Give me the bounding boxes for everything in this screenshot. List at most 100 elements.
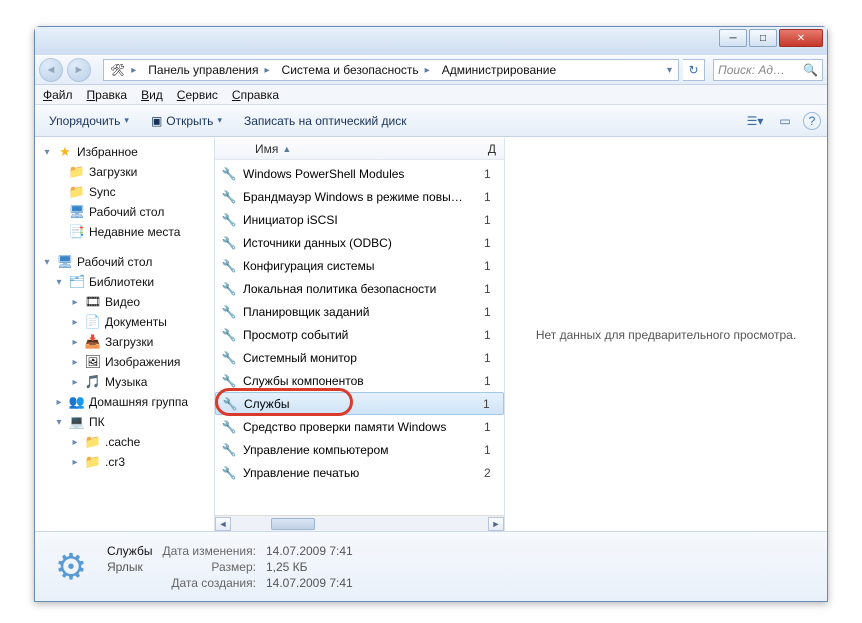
search-placeholder: Поиск: Ад… — [718, 63, 785, 77]
menu-edit[interactable]: Правка — [87, 88, 128, 102]
address-bar[interactable]: 🛠▸ Панель управления▸ Система и безопасн… — [103, 59, 679, 81]
tree-item[interactable]: ▸🎞Видео — [35, 292, 214, 312]
navigation-tree[interactable]: ▾★Избранное 📁Загрузки 📁Sync 🖥Рабочий сто… — [35, 138, 215, 531]
tree-favorites[interactable]: ▾★Избранное — [35, 142, 214, 162]
item-date: 1 — [484, 282, 498, 296]
back-button[interactable]: ◄ — [39, 58, 63, 82]
expand-icon[interactable]: ▸ — [69, 357, 81, 368]
maximize-button[interactable]: □ — [749, 29, 777, 47]
breadcrumb[interactable]: Администрирование — [436, 60, 562, 80]
expand-icon[interactable]: ▸ — [69, 457, 81, 468]
menu-file[interactable]: Файл — [43, 88, 73, 102]
tree-item[interactable]: ▸🎵Музыка — [35, 372, 214, 392]
list-item[interactable]: 🔧Просмотр событий1 — [215, 323, 504, 346]
open-icon: ▣ — [151, 114, 162, 128]
collapse-icon[interactable]: ▾ — [53, 277, 65, 288]
scroll-thumb[interactable] — [271, 518, 315, 530]
expand-icon[interactable]: ▸ — [53, 397, 65, 408]
minimize-button[interactable]: ─ — [719, 29, 747, 47]
tree-libraries[interactable]: ▾🗂Библиотеки — [35, 272, 214, 292]
menu-view[interactable]: Вид — [141, 88, 163, 102]
list-item[interactable]: 🔧Службы1 — [215, 392, 504, 415]
item-name: Windows PowerShell Modules — [243, 167, 404, 181]
column-headers: Имя▲ Д — [215, 138, 504, 160]
expand-icon[interactable]: ▸ — [69, 297, 81, 308]
list-item[interactable]: 🔧Управление компьютером1 — [215, 438, 504, 461]
list-item[interactable]: 🔧Источники данных (ODBC)1 — [215, 231, 504, 254]
horizontal-scrollbar[interactable]: ◄ ► — [215, 515, 504, 531]
file-list: Имя▲ Д 🔧Windows PowerShell Modules1🔧Бран… — [215, 138, 505, 531]
shortcut-icon: 🔧 — [221, 419, 237, 435]
chevron-right-icon: ▸ — [265, 65, 270, 76]
address-dropdown[interactable]: ▾ — [659, 60, 678, 80]
shortcut-icon: 🔧 — [221, 350, 237, 366]
tree-item[interactable]: 📁Sync — [35, 182, 214, 202]
scroll-right-icon[interactable]: ► — [488, 517, 504, 531]
chevron-right-icon: ▸ — [131, 65, 136, 76]
view-mode-button[interactable]: ☰▾ — [743, 109, 767, 133]
list-item[interactable]: 🔧Windows PowerShell Modules1 — [215, 162, 504, 185]
help-button[interactable]: ? — [803, 112, 821, 130]
tree-item[interactable]: ▸📁.cr3 — [35, 452, 214, 472]
breadcrumb[interactable]: Система и безопасность▸ — [276, 60, 436, 80]
list-item[interactable]: 🔧Брандмауэр Windows в режиме повы…1 — [215, 185, 504, 208]
shortcut-icon: 🔧 — [221, 304, 237, 320]
burn-button[interactable]: Записать на оптический диск — [236, 109, 415, 133]
item-name: Управление компьютером — [243, 443, 388, 457]
collapse-icon[interactable]: ▾ — [41, 257, 53, 268]
tree-item[interactable]: ▸📥Загрузки — [35, 332, 214, 352]
item-date: 1 — [484, 351, 498, 365]
list-item[interactable]: 🔧Инициатор iSCSI1 — [215, 208, 504, 231]
tree-item[interactable]: 📁Загрузки — [35, 162, 214, 182]
tree-homegroup[interactable]: ▸👥Домашняя группа — [35, 392, 214, 412]
folder-icon: 📁 — [85, 434, 101, 450]
scroll-track[interactable] — [231, 517, 488, 531]
list-item[interactable]: 🔧Средство проверки памяти Windows1 — [215, 415, 504, 438]
forward-button[interactable]: ► — [67, 58, 91, 82]
tree-desktop[interactable]: ▾🖥Рабочий стол — [35, 252, 214, 272]
search-input[interactable]: Поиск: Ад… 🔍 — [713, 59, 823, 81]
close-button[interactable]: ✕ — [779, 29, 823, 47]
item-date: 1 — [484, 190, 498, 204]
list-item[interactable]: 🔧Локальная политика безопасности1 — [215, 277, 504, 300]
refresh-button[interactable]: ↻ — [683, 59, 705, 81]
open-button[interactable]: ▣Открыть▾ — [143, 109, 230, 133]
breadcrumb-root-icon[interactable]: 🛠▸ — [104, 60, 142, 80]
menu-tools[interactable]: Сервис — [177, 88, 218, 102]
tree-item[interactable]: 🖥Рабочий стол — [35, 202, 214, 222]
shortcut-icon: 🔧 — [221, 281, 237, 297]
list-item[interactable]: 🔧Планировщик заданий1 — [215, 300, 504, 323]
tree-item[interactable]: 📑Недавние места — [35, 222, 214, 242]
tree-pc[interactable]: ▾💻ПК — [35, 412, 214, 432]
preview-pane-button[interactable]: ▭ — [773, 109, 797, 133]
list-item[interactable]: 🔧Системный монитор1 — [215, 346, 504, 369]
item-date: 1 — [484, 328, 498, 342]
breadcrumb[interactable]: Панель управления▸ — [142, 60, 275, 80]
expand-icon[interactable]: ▸ — [69, 317, 81, 328]
organize-button[interactable]: Упорядочить▾ — [41, 109, 137, 133]
column-date[interactable]: Д — [480, 142, 504, 156]
scroll-left-icon[interactable]: ◄ — [215, 517, 231, 531]
tree-item[interactable]: ▸🖼Изображения — [35, 352, 214, 372]
expand-icon[interactable]: ▸ — [69, 437, 81, 448]
expand-icon[interactable]: ▸ — [69, 377, 81, 388]
tree-item[interactable]: ▸📄Документы — [35, 312, 214, 332]
toolbar: Упорядочить▾ ▣Открыть▾ Записать на оптич… — [35, 105, 827, 137]
list-item[interactable]: 🔧Управление печатью2 — [215, 461, 504, 484]
expand-icon[interactable]: ▸ — [69, 337, 81, 348]
menu-help[interactable]: Справка — [232, 88, 279, 102]
list-item[interactable]: 🔧Конфигурация системы1 — [215, 254, 504, 277]
list-item[interactable]: 🔧Службы компонентов1 — [215, 369, 504, 392]
item-name: Службы — [244, 397, 289, 411]
folder-icon: 📁 — [69, 164, 85, 180]
item-name: Конфигурация системы — [243, 259, 374, 273]
collapse-icon[interactable]: ▾ — [53, 417, 65, 428]
explorer-window: ─ □ ✕ ◄ ► 🛠▸ Панель управления▸ Система … — [34, 26, 828, 602]
item-name: Инициатор iSCSI — [243, 213, 338, 227]
preview-empty-text: Нет данных для предварительного просмотр… — [536, 328, 796, 342]
column-name[interactable]: Имя▲ — [247, 142, 299, 156]
video-icon: 🎞 — [85, 294, 101, 310]
tree-item[interactable]: ▸📁.cache — [35, 432, 214, 452]
collapse-icon[interactable]: ▾ — [41, 147, 53, 158]
sort-asc-icon: ▲ — [282, 144, 291, 154]
